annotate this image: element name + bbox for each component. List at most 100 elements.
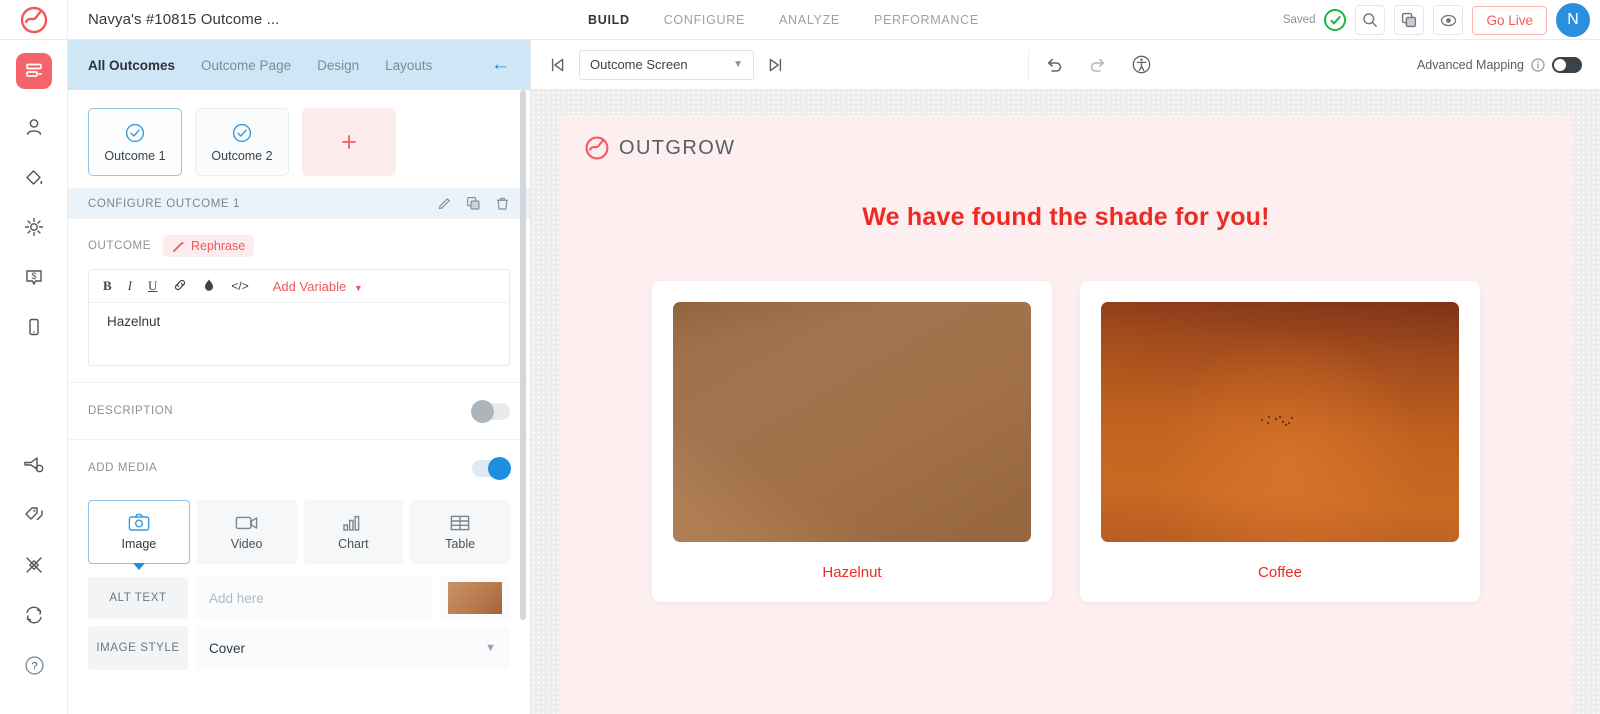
description-toggle[interactable] (471, 399, 510, 423)
toggle-knob (488, 456, 511, 480)
help-icon: ? (24, 655, 44, 675)
add-variable-label: Add Variable (272, 278, 347, 294)
arrow-left-icon[interactable]: ← (491, 54, 510, 76)
tab-layouts[interactable]: Layouts (385, 58, 432, 73)
image-thumbnail (448, 582, 502, 614)
go-live-button[interactable]: Go Live (1472, 5, 1547, 35)
add-media-toggle[interactable] (472, 456, 511, 480)
sync-icon (26, 606, 42, 624)
search-icon[interactable] (1355, 5, 1386, 35)
underline-icon[interactable]: U (148, 278, 157, 294)
accessibility-icon[interactable] (1131, 54, 1152, 75)
outcome-section: OUTCOME Rephrase B I U </> Add Variable … (68, 219, 530, 366)
outcome-rich-text-editor: B I U </> Add Variable ▼ Hazelnut (88, 269, 510, 366)
redo-icon[interactable] (1088, 55, 1107, 74)
skip-to-first-icon[interactable] (549, 56, 567, 74)
image-style-row: IMAGE STYLE Cover ▼ (88, 626, 510, 670)
panel-scrollbar-thumb[interactable] (520, 90, 526, 620)
configure-outcome-title: CONFIGURE OUTCOME 1 (88, 197, 240, 210)
result-card[interactable]: Coffee (1080, 281, 1480, 602)
sidebar-item-tags[interactable] (0, 490, 68, 540)
outcome-text-value[interactable]: Hazelnut (89, 303, 509, 365)
preview-eye-icon[interactable] (1433, 5, 1464, 35)
media-tab-chart[interactable]: Chart (303, 500, 404, 564)
svg-text:?: ? (31, 660, 37, 672)
configure-outcome-header: CONFIGURE OUTCOME 1 (68, 188, 530, 219)
sidebar-item-pricing[interactable]: $ (0, 252, 68, 302)
outcome-card-label: Outcome 2 (211, 148, 273, 163)
sidebar-item-mobile[interactable] (0, 302, 68, 352)
outgrow-logo-icon (585, 136, 609, 160)
copy-icon[interactable] (1394, 5, 1425, 35)
tab-build[interactable]: BUILD (588, 13, 630, 27)
result-card-list: Hazelnut Coffee (560, 281, 1572, 602)
outcome-label: OUTCOME (88, 240, 151, 252)
sidebar-item-settings[interactable] (0, 202, 68, 252)
outcome-card-2[interactable]: Outcome 2 (195, 108, 289, 176)
link-icon[interactable] (173, 278, 187, 295)
add-variable-dropdown[interactable]: Add Variable ▼ (273, 279, 363, 294)
italic-icon[interactable]: I (128, 278, 132, 294)
dollar-chat-icon: $ (26, 270, 42, 285)
media-tab-label: Chart (338, 536, 369, 551)
sidebar-item-content[interactable] (0, 40, 68, 102)
preview-brand: OUTGROW (584, 135, 735, 161)
image-style-select[interactable]: Cover ▼ (195, 626, 510, 670)
sidebar-item-leads[interactable] (0, 102, 68, 152)
outcome-card-1[interactable]: Outcome 1 (88, 108, 182, 176)
paint-bucket-icon (26, 170, 43, 185)
top-bar-actions: Saved Go Live N (1283, 0, 1590, 40)
chevron-down-icon: ▼ (353, 282, 363, 293)
sidebar-item-help[interactable]: ? (0, 640, 68, 690)
canvas-area: OUTGROW We have found the shade for you!… (531, 90, 1600, 714)
description-row: DESCRIPTION (68, 383, 530, 439)
tab-configure[interactable]: CONFIGURE (664, 13, 745, 27)
tab-performance[interactable]: PERFORMANCE (874, 13, 979, 27)
trash-icon[interactable] (495, 196, 510, 211)
duplicate-icon[interactable] (466, 196, 481, 211)
media-tab-table[interactable]: Table (410, 500, 510, 564)
svg-text:$: $ (31, 271, 36, 281)
skip-to-next-icon[interactable] (766, 56, 784, 74)
toggle-knob (471, 399, 494, 423)
media-type-tabs: Image Video Chart Table (68, 496, 530, 570)
tab-design[interactable]: Design (317, 58, 359, 73)
coffee-orange-sky-photo (1101, 302, 1459, 542)
media-tab-label: Table (445, 536, 476, 551)
outgrow-logo-icon[interactable] (0, 0, 68, 40)
pencil-icon[interactable] (437, 196, 452, 211)
tab-all-outcomes[interactable]: All Outcomes (88, 58, 175, 73)
configure-outcome-actions (437, 196, 510, 211)
sidebar-item-integrations[interactable] (0, 540, 68, 590)
top-nav: BUILD CONFIGURE ANALYZE PERFORMANCE (588, 0, 979, 40)
tags-icon (25, 507, 43, 521)
advanced-mapping-toggle[interactable] (1552, 56, 1582, 73)
info-icon[interactable] (1531, 57, 1545, 72)
tab-analyze[interactable]: ANALYZE (779, 13, 840, 27)
rephrase-button[interactable]: Rephrase (162, 235, 255, 257)
avatar[interactable]: N (1556, 3, 1590, 37)
text-color-icon[interactable] (203, 278, 215, 295)
tab-outcome-page[interactable]: Outcome Page (201, 58, 291, 73)
add-outcome-button[interactable]: + (302, 108, 396, 176)
screen-select[interactable]: Outcome Screen ▼ (579, 49, 754, 80)
sidebar-item-promotions[interactable] (0, 440, 68, 490)
sidebar-item-sync[interactable] (0, 590, 68, 640)
result-card[interactable]: Hazelnut (652, 281, 1052, 602)
media-tab-image[interactable]: Image (88, 500, 190, 570)
image-thumbnail-box[interactable] (440, 577, 510, 619)
code-icon[interactable]: </> (231, 279, 248, 293)
undo-icon[interactable] (1045, 55, 1064, 74)
top-bar: Navya's #10815 Outcome ... BUILD CONFIGU… (0, 0, 1600, 40)
integrations-icon (26, 557, 42, 573)
panel-scrollbar[interactable] (520, 90, 526, 714)
media-tab-video[interactable]: Video (196, 500, 297, 564)
bold-icon[interactable]: B (103, 278, 112, 294)
outcome-list: Outcome 1 Outcome 2 + (68, 90, 530, 188)
panel-tabs: All Outcomes Outcome Page Design Layouts… (68, 40, 530, 90)
page-title: Navya's #10815 Outcome ... (88, 11, 280, 28)
alt-text-input[interactable]: Add here (195, 577, 433, 619)
toggle-knob (1554, 58, 1566, 71)
gear-icon (24, 217, 44, 237)
sidebar-item-design[interactable] (0, 152, 68, 202)
